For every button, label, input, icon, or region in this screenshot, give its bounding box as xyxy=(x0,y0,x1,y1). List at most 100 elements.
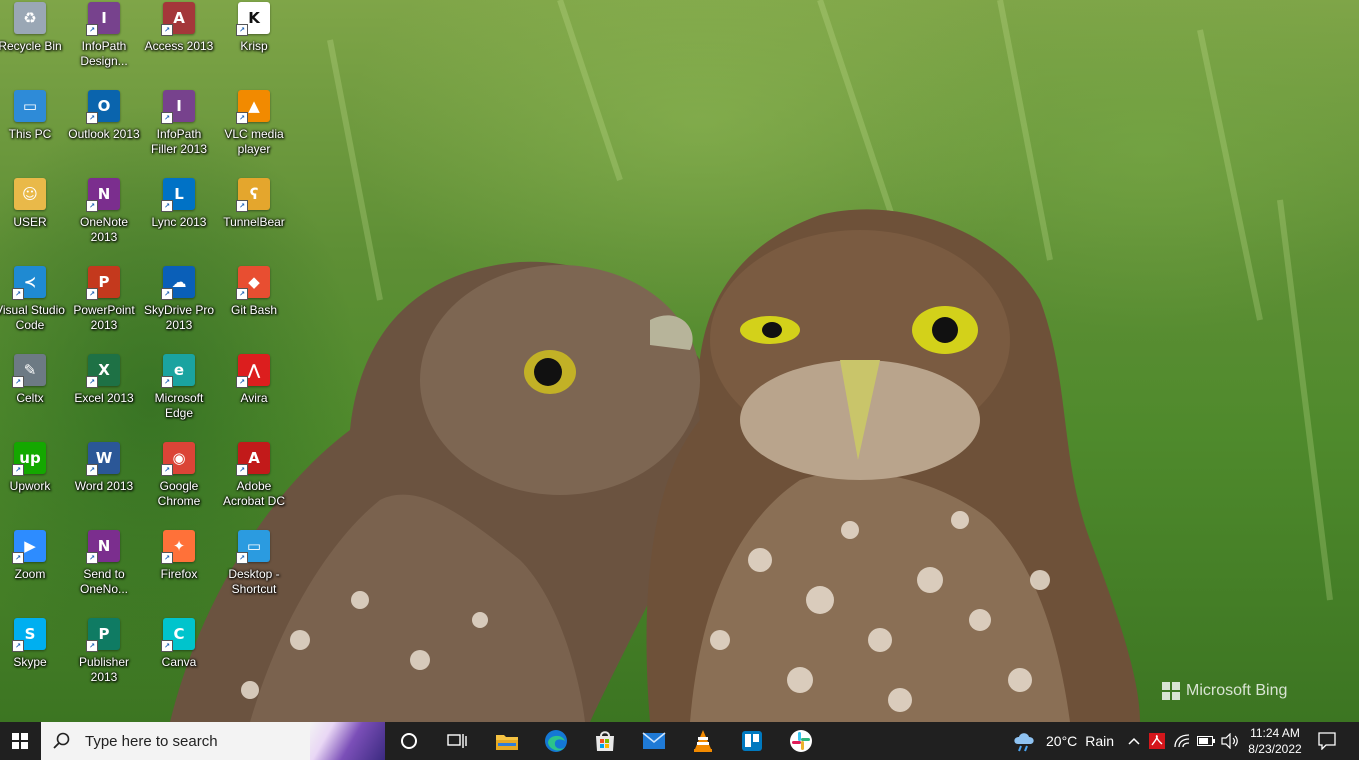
taskbar-clock[interactable]: 11:24 AM 8/23/2022 xyxy=(1246,722,1304,760)
clock-time: 11:24 AM xyxy=(1250,726,1300,740)
chrome-icon: ◉ ↗ xyxy=(161,442,195,476)
desktop-icon[interactable]: A ↗ Adobe Acrobat DC xyxy=(217,440,291,526)
desktop-icon[interactable]: ◆ ↗ Git Bash xyxy=(217,264,291,350)
desktop-icon-label: Lync 2013 xyxy=(151,215,207,229)
shortcut-arrow-icon: ↗ xyxy=(12,552,24,564)
desktop-icon[interactable]: ▭ This PC xyxy=(0,88,67,174)
rain-cloud-icon xyxy=(1014,733,1034,752)
shortcut-arrow-icon: ↗ xyxy=(236,112,248,124)
desktop-icon-label: Git Bash xyxy=(230,303,278,317)
bing-watermark-text: Microsoft Bing xyxy=(1186,682,1288,699)
desktop-icon[interactable]: P ↗ Publisher 2013 xyxy=(67,616,141,702)
desktop-icon[interactable]: C ↗ Canva xyxy=(142,616,216,702)
battery-button[interactable] xyxy=(1195,722,1217,760)
mail-icon xyxy=(642,732,666,749)
shortcut-arrow-icon: ↗ xyxy=(161,552,173,564)
onenote-icon: N ↗ xyxy=(86,178,120,212)
weather-widget[interactable]: 20°C Rain xyxy=(1012,722,1120,760)
store-taskbar-button[interactable] xyxy=(581,722,629,760)
desktop-icon[interactable]: S ↗ Skype xyxy=(0,616,67,702)
shortcut-arrow-icon: ↗ xyxy=(236,288,248,300)
mail-taskbar-button[interactable] xyxy=(630,722,678,760)
desktop-icon[interactable]: P ↗ PowerPoint 2013 xyxy=(67,264,141,350)
task-view-icon xyxy=(447,734,467,748)
shortcut-arrow-icon: ↗ xyxy=(86,376,98,388)
shortcut-arrow-icon: ↗ xyxy=(236,464,248,476)
skype-icon: S ↗ xyxy=(12,618,46,652)
desktop-icon[interactable]: I ↗ InfoPath Design... xyxy=(67,0,141,86)
cortana-icon xyxy=(401,733,417,749)
slack-icon xyxy=(790,730,812,752)
avira-icon: ⋀ ↗ xyxy=(236,354,270,388)
this-pc-icon: ▭ xyxy=(14,90,46,122)
shortcut-arrow-icon: ↗ xyxy=(86,464,98,476)
notification-icon xyxy=(1318,732,1336,750)
start-button[interactable] xyxy=(0,722,40,760)
desktop-icon[interactable]: ▶ ↗ Zoom xyxy=(0,528,67,614)
shortcut-arrow-icon: ↗ xyxy=(86,200,98,212)
desktop-icon[interactable]: ☁ ↗ SkyDrive Pro 2013 xyxy=(142,264,216,350)
access-icon: A ↗ xyxy=(161,2,195,36)
desktop-icon[interactable]: ▭ ↗ Desktop - Shortcut xyxy=(217,528,291,614)
firefox-icon: ✦ ↗ xyxy=(161,530,195,564)
file-explorer-button[interactable] xyxy=(483,722,531,760)
desktop-icon[interactable]: ✦ ↗ Firefox xyxy=(142,528,216,614)
windows-icon xyxy=(12,733,28,749)
desktop-icon[interactable]: ◉ ↗ Google Chrome xyxy=(142,440,216,526)
vlc-taskbar-button[interactable] xyxy=(679,722,727,760)
desktop-icon-label: Access 2013 xyxy=(144,39,214,53)
desktop-icon[interactable]: ♻ Recycle Bin xyxy=(0,0,67,86)
desktop-icon[interactable]: ▲ ↗ VLC media player xyxy=(217,88,291,174)
task-view-button[interactable] xyxy=(433,722,481,760)
desktop-icon[interactable]: N ↗ Send to OneNo... xyxy=(67,528,141,614)
skydrive-icon: ☁ ↗ xyxy=(161,266,195,300)
clock-date: 8/23/2022 xyxy=(1248,742,1302,756)
shortcut-arrow-icon: ↗ xyxy=(161,288,173,300)
desktop-icon[interactable]: L ↗ Lync 2013 xyxy=(142,176,216,262)
desktop-icon[interactable]: ⋀ ↗ Avira xyxy=(217,352,291,438)
search-input[interactable] xyxy=(83,731,307,751)
acrobat-icon: A ↗ xyxy=(236,442,270,476)
upwork-icon: up ↗ xyxy=(12,442,46,476)
show-hidden-icons-button[interactable] xyxy=(1124,722,1144,760)
desktop-icon-label: Recycle Bin xyxy=(0,39,62,53)
desktop-icon[interactable]: N ↗ OneNote 2013 xyxy=(67,176,141,262)
shortcut-arrow-icon: ↗ xyxy=(86,640,98,652)
desktop-icon[interactable]: I ↗ InfoPath Filler 2013 xyxy=(142,88,216,174)
desktop-icon[interactable]: ✎ ↗ Celtx xyxy=(0,352,67,438)
tray-acrobat-button[interactable] xyxy=(1147,722,1167,760)
desktop-icon[interactable]: K ↗ Krisp xyxy=(217,0,291,86)
action-center-button[interactable] xyxy=(1306,722,1348,760)
desktop-icon[interactable]: W ↗ Word 2013 xyxy=(67,440,141,526)
desktop-icon[interactable]: X ↗ Excel 2013 xyxy=(67,352,141,438)
desktop-icon-label: TunnelBear xyxy=(223,215,285,229)
edge-icon: e ↗ xyxy=(161,354,195,388)
battery-icon xyxy=(1197,736,1215,746)
shortcut-arrow-icon: ↗ xyxy=(86,288,98,300)
speaker-icon xyxy=(1221,733,1238,749)
git-bash-icon: ◆ ↗ xyxy=(236,266,270,300)
desktop-icon[interactable]: ☺ USER xyxy=(0,176,67,262)
shortcut-arrow-icon: ↗ xyxy=(86,552,98,564)
desktop-icon-label: InfoPath Design... xyxy=(80,39,128,68)
cortana-button[interactable] xyxy=(388,722,430,760)
infopath-filler-icon: I ↗ xyxy=(161,90,195,124)
desktop-icon[interactable]: A ↗ Access 2013 xyxy=(142,0,216,86)
taskbar-search-box[interactable] xyxy=(41,722,385,760)
desktop-icon[interactable]: ≺↗ Visual Studio Code xyxy=(0,264,67,350)
shortcut-arrow-icon: ↗ xyxy=(12,640,24,652)
edge-taskbar-button[interactable] xyxy=(532,722,580,760)
desktop-icon[interactable]: ʕ ↗ TunnelBear xyxy=(217,176,291,262)
network-button[interactable] xyxy=(1172,722,1192,760)
desktop-icon-label: Zoom xyxy=(14,567,46,581)
desktop-icon[interactable]: O ↗ Outlook 2013 xyxy=(67,88,141,174)
slack-taskbar-button[interactable] xyxy=(777,722,825,760)
desktop-icon[interactable]: up ↗ Upwork xyxy=(0,440,67,526)
trello-taskbar-button[interactable] xyxy=(728,722,776,760)
bing-watermark: Microsoft Bing xyxy=(1162,680,1287,702)
desktop-icon[interactable]: e ↗ Microsoft Edge xyxy=(142,352,216,438)
volume-button[interactable] xyxy=(1219,722,1241,760)
wifi-icon xyxy=(1174,734,1190,748)
desktop-icon-label: Word 2013 xyxy=(74,479,134,493)
desktop-icon-grid: ♻ Recycle Bin ▭ This PC ☺ USER ≺↗ Visual Studio… xyxy=(0,0,300,722)
